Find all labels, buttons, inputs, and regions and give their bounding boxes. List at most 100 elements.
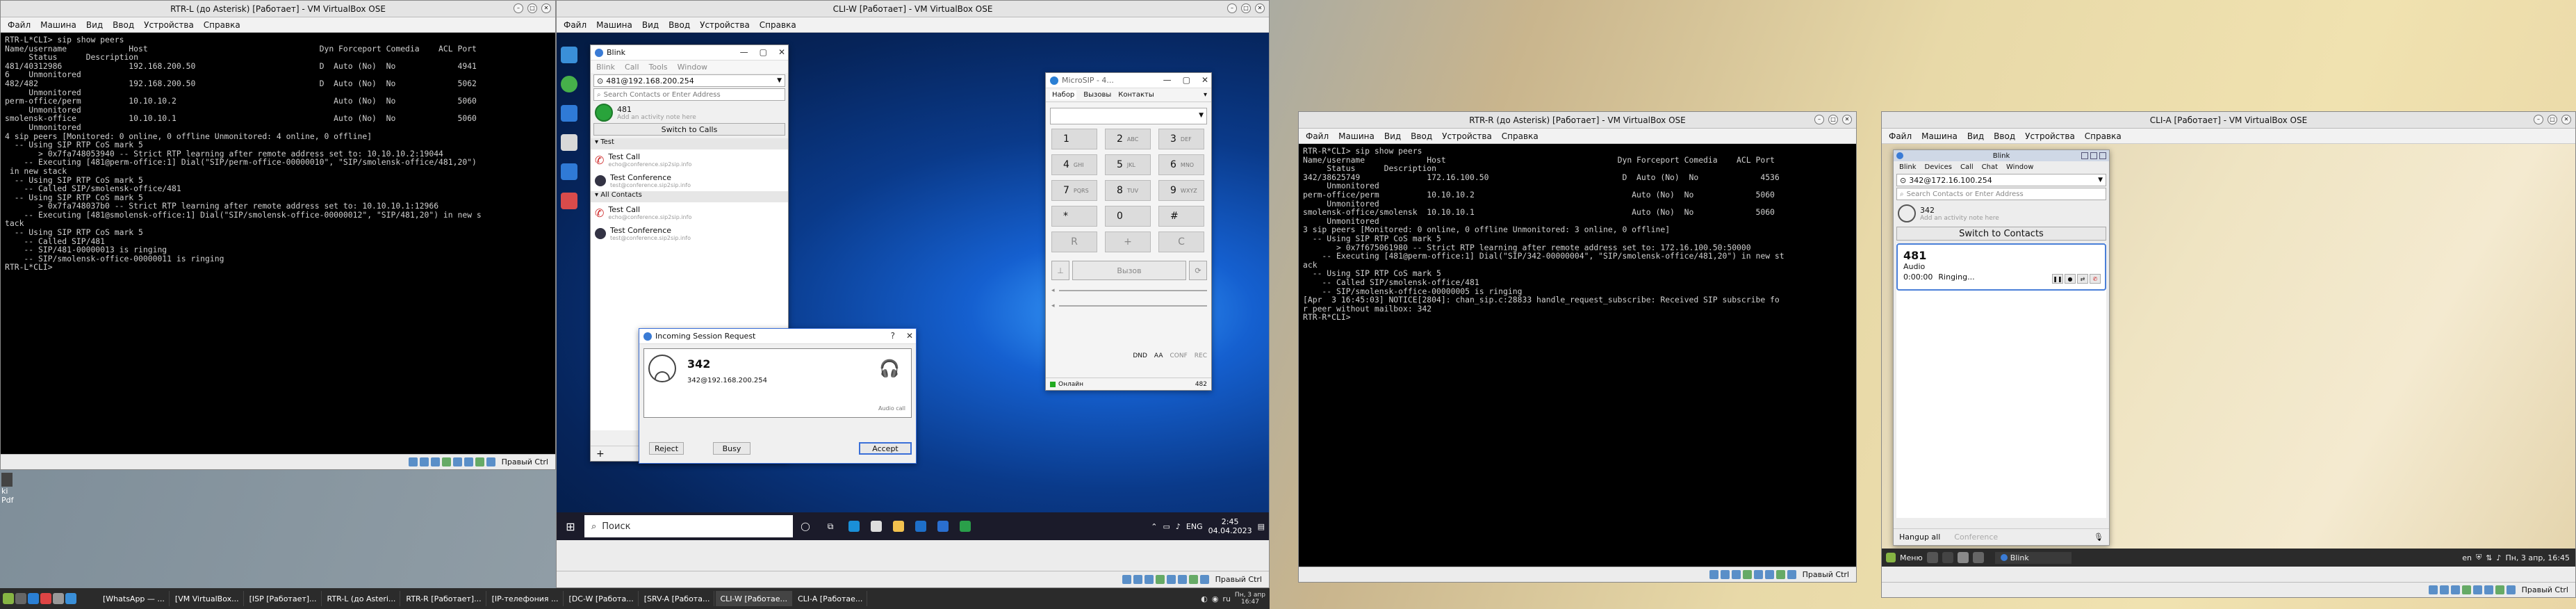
host-task-cli-w[interactable]: CLI-W [Работае... bbox=[716, 591, 792, 606]
microsip-title-bar[interactable]: MicroSIP - 4... — ▢ ✕ bbox=[1046, 73, 1211, 88]
host-task-cli-a[interactable]: CLI-A [Работае... bbox=[794, 591, 868, 606]
shield-icon[interactable]: ⛨ bbox=[2476, 553, 2481, 562]
dialpad-key-1[interactable]: 1 bbox=[1051, 129, 1097, 149]
cpu-icon[interactable] bbox=[2506, 585, 2516, 594]
account-selector[interactable]: ⊙ 342@172.16.100.254 ▼ bbox=[1896, 174, 2106, 186]
search-input[interactable]: ⌕ Search Contacts or Enter Address bbox=[1896, 188, 2106, 200]
taskbar-clock[interactable]: 2:45 04.04.2023 bbox=[1208, 517, 1252, 535]
chevron-up-icon[interactable]: ⌃ bbox=[1151, 522, 1157, 531]
files-icon[interactable] bbox=[1957, 552, 1969, 563]
host-app-icon[interactable] bbox=[28, 593, 39, 604]
shared-folder-icon[interactable] bbox=[1764, 570, 1774, 579]
store-icon[interactable] bbox=[871, 521, 882, 532]
cpu-icon[interactable] bbox=[1199, 575, 1209, 584]
mic-icon[interactable]: ◂ bbox=[1051, 287, 1055, 294]
close-icon[interactable]: ✕ bbox=[1842, 115, 1852, 124]
usb-icon[interactable] bbox=[2472, 585, 2482, 594]
menu-devices[interactable]: Devices bbox=[1925, 163, 1952, 171]
audio-icon[interactable] bbox=[1144, 575, 1154, 584]
capture-icon[interactable] bbox=[2495, 585, 2504, 594]
menu-blink[interactable]: Blink bbox=[596, 63, 615, 72]
rtr-r-vm-window[interactable]: RTR-R (до Asterisk) [Работает] - VM Virt… bbox=[1298, 111, 1857, 583]
host-task-dc-w[interactable]: [DC-W [Работа... bbox=[565, 591, 639, 606]
add-contact-button[interactable]: + bbox=[596, 448, 605, 460]
speaker-slider[interactable]: ◂ bbox=[1051, 301, 1207, 311]
close-icon[interactable]: ✕ bbox=[2561, 115, 2571, 124]
audio-icon[interactable] bbox=[1731, 570, 1741, 579]
maximize-icon[interactable] bbox=[2090, 152, 2097, 159]
menu-machine[interactable]: Машина bbox=[40, 20, 76, 30]
minimize-icon[interactable]: – bbox=[2534, 115, 2543, 124]
terminal-icon[interactable] bbox=[1942, 552, 1953, 563]
incoming-session-dialog[interactable]: Incoming Session Request ? ✕ 342 342@192.… bbox=[639, 328, 917, 464]
dialpad-key-7[interactable]: 7 PQRS bbox=[1051, 180, 1097, 201]
menu-view[interactable]: Вид bbox=[1967, 131, 1984, 141]
video-call-icon[interactable]: ⟳ bbox=[1189, 261, 1207, 280]
hdd-icon[interactable] bbox=[2428, 585, 2438, 594]
menu-machine[interactable]: Машина bbox=[1338, 131, 1375, 141]
maximize-icon[interactable]: □ bbox=[527, 3, 537, 13]
desktop-app-icon[interactable] bbox=[561, 47, 577, 63]
hangup-all-button[interactable]: Hangup all bbox=[1899, 533, 1940, 542]
menu-view[interactable]: Вид bbox=[642, 20, 659, 30]
host-app-icon[interactable] bbox=[40, 593, 51, 604]
host-app-icon[interactable] bbox=[53, 593, 64, 604]
maximize-icon[interactable]: □ bbox=[1828, 115, 1838, 124]
rtr-l-vm-window[interactable]: RTR-L (до Asterisk) [Работает] - VM Virt… bbox=[0, 0, 556, 470]
menu-view[interactable]: Вид bbox=[1384, 131, 1401, 141]
usb-icon[interactable] bbox=[452, 457, 462, 466]
dialpad-key-4[interactable]: 4 GHI bbox=[1051, 154, 1097, 175]
dialpad-key-8[interactable]: 8 TUV bbox=[1105, 180, 1151, 201]
optical-icon[interactable] bbox=[2439, 585, 2449, 594]
menu-file[interactable]: Файл bbox=[1889, 131, 1912, 141]
optical-icon[interactable] bbox=[1720, 570, 1730, 579]
volume-icon[interactable]: ♪ bbox=[1176, 522, 1181, 531]
switch-to-calls-button[interactable]: Switch to Calls bbox=[593, 123, 785, 136]
tray-icon[interactable]: ◉ bbox=[1212, 594, 1219, 603]
host-clock[interactable]: Пн, 3 апр 16:47 bbox=[1235, 592, 1265, 606]
folder-icon[interactable] bbox=[893, 521, 904, 532]
hdd-icon[interactable] bbox=[408, 457, 418, 466]
menu-help[interactable]: Справка bbox=[1502, 131, 1539, 141]
minimize-icon[interactable]: — bbox=[1163, 75, 1172, 85]
notification-icon[interactable]: ▤ bbox=[1258, 522, 1265, 531]
hangup-icon[interactable]: ✆ bbox=[2090, 274, 2101, 284]
network-icon[interactable]: ▭ bbox=[1163, 522, 1170, 531]
rtr-r-console[interactable]: RTR-R*CLI> sip show peers Name/username … bbox=[1299, 144, 1856, 567]
tray-icon[interactable]: ◐ bbox=[1201, 594, 1208, 603]
mint-clock[interactable]: Пн, 3 апр, 16:45 bbox=[2505, 553, 2570, 562]
network-icon[interactable] bbox=[2461, 585, 2471, 594]
desktop-app-icon[interactable] bbox=[561, 134, 577, 151]
rtr-l-title-bar[interactable]: RTR-L (до Asterisk) [Работает] - VM Virt… bbox=[1, 1, 555, 17]
audio-icon[interactable] bbox=[430, 457, 440, 466]
input-language[interactable]: ENG bbox=[1186, 522, 1203, 531]
transfer-button[interactable]: ⇄ bbox=[2077, 274, 2088, 284]
mail-icon[interactable] bbox=[915, 521, 926, 532]
contact-test-conference[interactable]: Test Conference test@conference.sip2sip.i… bbox=[591, 223, 788, 244]
mint-task-blink[interactable]: Blink bbox=[1994, 551, 2072, 564]
show-desktop-icon[interactable] bbox=[1926, 552, 1938, 563]
minimize-icon[interactable]: – bbox=[514, 3, 523, 13]
menu-help[interactable]: Справка bbox=[204, 20, 240, 30]
reject-button[interactable]: Reject bbox=[649, 442, 684, 455]
activity-note[interactable]: Add an activity note here bbox=[617, 114, 696, 121]
hdd-icon[interactable] bbox=[1709, 570, 1718, 579]
dialpad-key-hash[interactable]: # bbox=[1158, 206, 1204, 227]
dnd-toggle[interactable]: DND bbox=[1133, 352, 1147, 359]
menu-call[interactable]: Call bbox=[1960, 163, 1974, 171]
incoming-title-bar[interactable]: Incoming Session Request ? ✕ bbox=[639, 329, 916, 344]
menu-window[interactable]: Window bbox=[678, 63, 707, 72]
activity-note[interactable]: Add an activity note here bbox=[1920, 215, 1999, 222]
microsip-window[interactable]: MicroSIP - 4... — ▢ ✕ Набор Вызовы Контакт… bbox=[1045, 72, 1212, 391]
contact-test-call[interactable]: ✆ Test Call echo@conference.sip2sip.info bbox=[591, 149, 788, 170]
rtr-l-console[interactable]: RTR-L*CLI> sip show peers Name/username … bbox=[1, 33, 555, 454]
microsip-taskbar-icon[interactable] bbox=[960, 521, 971, 532]
maximize-icon[interactable]: □ bbox=[1241, 3, 1251, 13]
volume-icon[interactable]: ♪ bbox=[2496, 553, 2501, 562]
blink-title-bar[interactable]: Blink — ▢ ✕ bbox=[591, 45, 788, 60]
menu-file[interactable]: Файл bbox=[564, 20, 586, 30]
minimize-icon[interactable]: — bbox=[740, 47, 748, 57]
host-task-whatsapp[interactable]: [WhatsApp — ... bbox=[99, 591, 170, 606]
menu-machine[interactable]: Машина bbox=[1921, 131, 1958, 141]
group-header-all-contacts[interactable]: ▾ All Contacts bbox=[591, 191, 788, 202]
